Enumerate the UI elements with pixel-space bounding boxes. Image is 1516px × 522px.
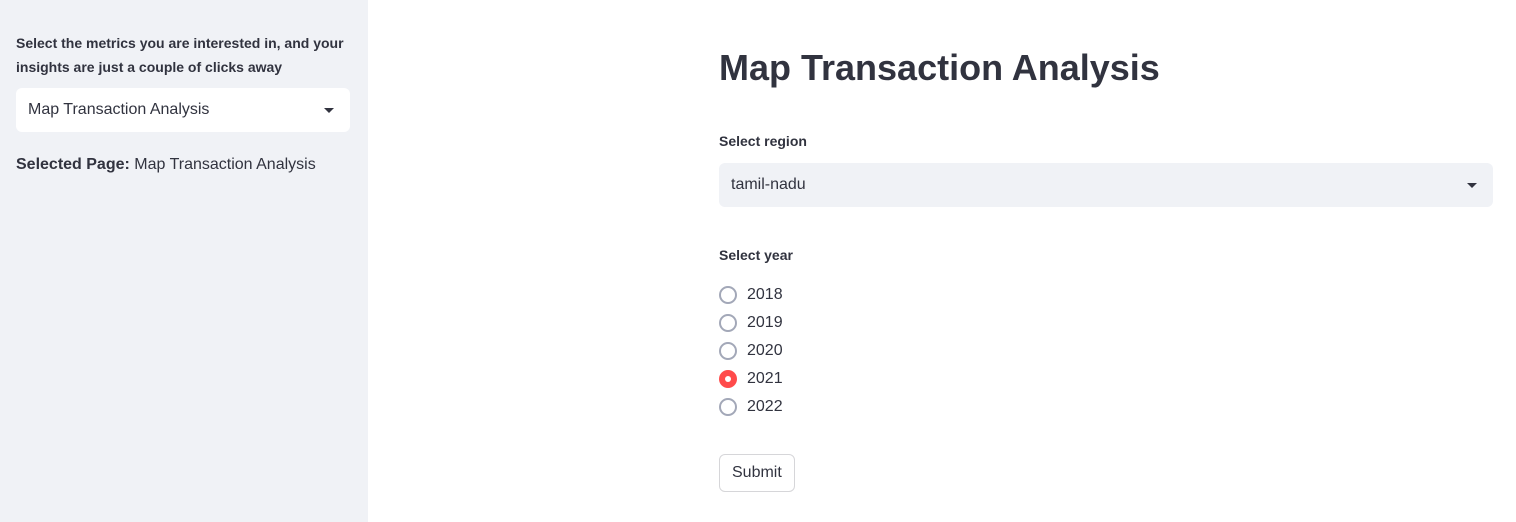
year-option-2018[interactable]: 2018 (719, 281, 783, 309)
metrics-prompt-label: Select the metrics you are interested in… (16, 35, 344, 75)
selected-page-label: Selected Page: (16, 156, 130, 173)
year-option-2020[interactable]: 2020 (719, 337, 783, 365)
radio-circle[interactable] (719, 370, 737, 388)
radio-label: 2018 (747, 286, 783, 303)
radio-label: 2020 (747, 342, 783, 359)
year-radio-group: 2018 2019 2020 2021 2022 (719, 281, 783, 421)
main-content: Map Transaction Analysis Select region t… (368, 0, 1516, 522)
selected-page-text: Selected Page: Map Transaction Analysis (16, 153, 316, 177)
selected-page-value: Map Transaction Analysis (134, 156, 316, 173)
region-select-value: tamil-nadu (731, 176, 806, 193)
radio-circle[interactable] (719, 342, 737, 360)
radio-label: 2019 (747, 314, 783, 331)
year-option-2019[interactable]: 2019 (719, 309, 783, 337)
radio-circle[interactable] (719, 398, 737, 416)
radio-circle[interactable] (719, 286, 737, 304)
region-label: Select region (719, 133, 807, 149)
chevron-down-icon (1467, 183, 1477, 188)
radio-label: 2021 (747, 370, 783, 387)
year-label: Select year (719, 247, 793, 263)
submit-button[interactable]: Submit (719, 454, 795, 492)
chevron-down-icon (324, 108, 334, 113)
app-root: Select the metrics you are interested in… (0, 0, 1516, 522)
year-option-2021[interactable]: 2021 (719, 365, 783, 393)
page-select-value: Map Transaction Analysis (28, 101, 210, 118)
page-title: Map Transaction Analysis (719, 47, 1160, 88)
page-select[interactable]: Map Transaction Analysis (16, 88, 350, 132)
region-select[interactable]: tamil-nadu (719, 163, 1493, 207)
sidebar: Select the metrics you are interested in… (0, 0, 368, 522)
year-option-2022[interactable]: 2022 (719, 393, 783, 421)
radio-circle[interactable] (719, 314, 737, 332)
radio-label: 2022 (747, 398, 783, 415)
